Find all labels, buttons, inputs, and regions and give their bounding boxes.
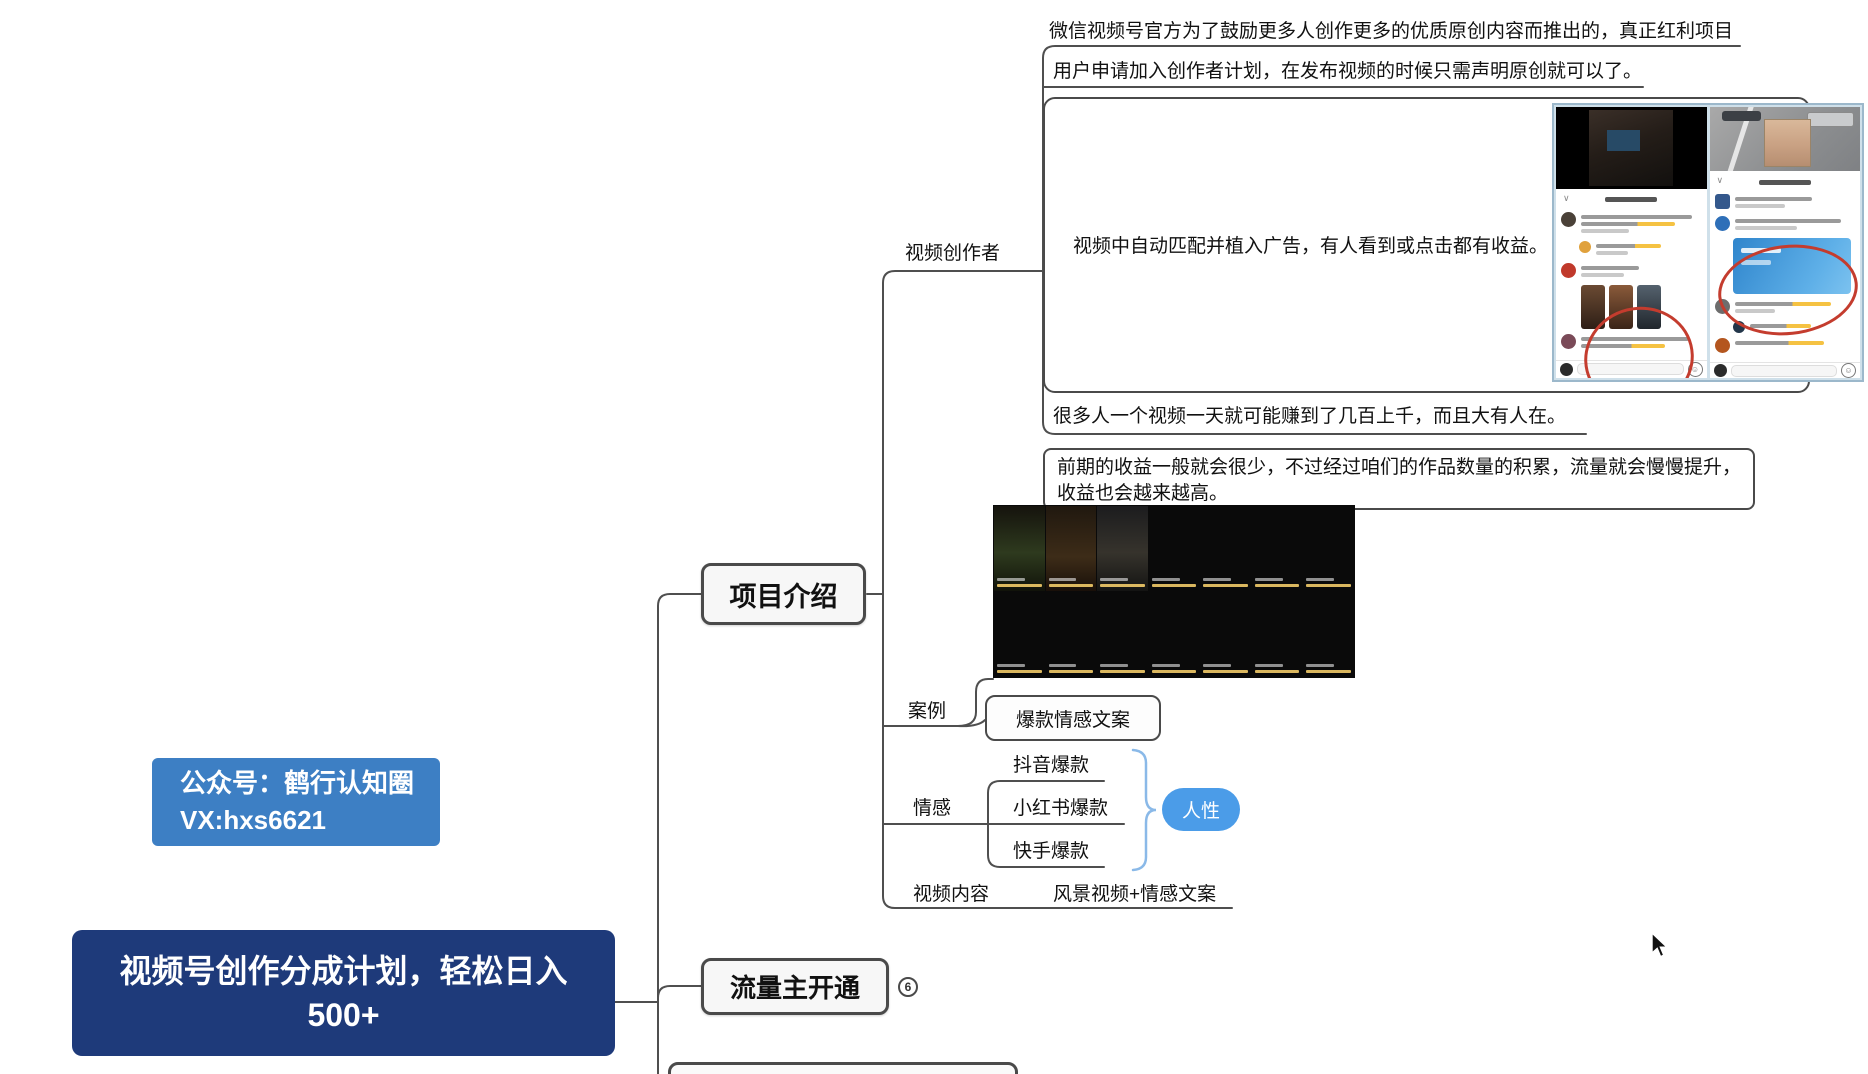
topic-partial-bottom[interactable] [668,1062,1018,1074]
video-thumbnail [994,506,1045,591]
root-title-line1: 视频号创作分成计划，轻松日入 [119,949,567,993]
node-cases[interactable]: 案例 [908,701,946,723]
summary-human-nature[interactable]: 人性 [1162,788,1240,831]
video-thumbnail [1303,592,1354,677]
node-hot-emotion-copy[interactable]: 爆款情感文案 [985,695,1161,741]
promo-account: 公众号：鹤行认知圈 [180,765,440,802]
phone-screenshot-left: ∨ ☺ [1556,107,1707,378]
promo-wechat-id: VX:hxs6621 [180,802,440,839]
node-video-creator[interactable]: 视频创作者 [905,243,1000,265]
node-emotion[interactable]: 情感 [913,798,951,820]
case-video-thumbnails-image[interactable] [993,505,1355,678]
video-still-road [1710,107,1861,171]
video-thumbnail [1252,506,1303,591]
summary-brace [1133,750,1156,870]
video-thumbnail [1097,592,1148,677]
node-ad-revenue-text: 视频中自动匹配并植入广告，有人看到或点击都有收益。 [1073,236,1548,258]
node-hot-emotion-copy-label: 爆款情感文案 [1016,705,1130,732]
video-thumbnail [1252,592,1303,677]
video-thumbnail [1046,506,1097,591]
video-thumbnail [1046,592,1097,677]
phone-screenshot-right: ∨ ☺ [1710,107,1861,378]
node-point-2[interactable]: 用户申请加入创作者计划，在发布视频的时候只需声明原创就可以了。 [1053,61,1642,83]
comment-list-left: ∨ [1556,189,1707,360]
node-scenery-plus-copy[interactable]: 风景视频+情感文案 [1053,884,1216,906]
revenue-screenshots-image[interactable]: ∨ ☺ ∨ [1552,103,1864,382]
video-thumbnail [1149,506,1200,591]
numbered-badge[interactable]: 6 [898,977,918,997]
node-point-1[interactable]: 微信视频号官方为了鼓励更多人创作更多的优质原创内容而推出的，真正红利项目 [1049,21,1733,43]
video-thumbnail [994,592,1045,677]
comment-input-bar: ☺ [1710,362,1861,378]
topic-project-intro-label: 项目介绍 [730,575,838,614]
video-thumbnail [1200,592,1251,677]
node-video-content[interactable]: 视频内容 [913,884,989,906]
topic-traffic-open-label: 流量主开通 [730,968,860,1005]
topic-traffic-open[interactable]: 流量主开通 [701,958,889,1015]
video-thumbnail [1200,506,1251,591]
node-kuaishou-hot[interactable]: 快手爆款 [1013,841,1089,863]
root-title-line2: 500+ [307,993,379,1037]
summary-human-nature-label: 人性 [1182,796,1220,823]
node-early-revenue-box[interactable]: 前期的收益一般就会很少，不过经过咱们的作品数量的积累，流量就会慢慢提升，收益也会… [1043,448,1755,510]
topic-project-intro[interactable]: 项目介绍 [701,563,866,625]
badge-number: 6 [905,980,912,994]
comment-list-right: ∨ [1710,171,1861,362]
video-thumbnail [1097,506,1148,591]
video-thumbnail [1149,592,1200,677]
promo-card[interactable]: 公众号：鹤行认知圈 VX:hxs6621 [152,758,440,846]
root-topic[interactable]: 视频号创作分成计划，轻松日入 500+ [72,930,615,1056]
node-douyin-hot[interactable]: 抖音爆款 [1013,755,1089,777]
node-xiaohongshu-hot[interactable]: 小红书爆款 [1013,798,1108,820]
node-point-4[interactable]: 很多人一个视频一天就可能赚到了几百上千，而且大有人在。 [1053,406,1566,428]
video-thumbnail [1303,506,1354,591]
mindmap-canvas: 视频号创作分成计划，轻松日入 500+ 公众号：鹤行认知圈 VX:hxs6621… [0,0,1868,1074]
video-still-room [1556,107,1707,189]
